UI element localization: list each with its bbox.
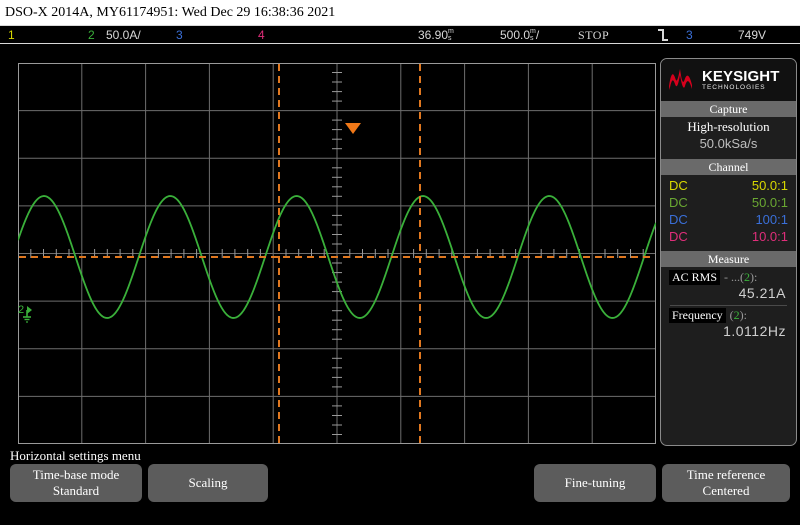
measurement-ac-rms-source: - ...(2):	[724, 270, 758, 284]
keysight-wave-icon	[669, 69, 692, 90]
channel-section-heading: Channel	[661, 159, 796, 175]
measurement-frequency-source: (2):	[729, 308, 747, 322]
channel-2-ground-marker[interactable]: 2	[18, 303, 38, 325]
channel-3-coupling: DC	[669, 212, 688, 227]
trigger-position-marker[interactable]	[343, 122, 363, 134]
menu-title: Horizontal settings menu	[10, 448, 141, 463]
sample-rate: 50.0kSa/s	[699, 136, 758, 151]
channel-3-indicator[interactable]: 3	[176, 27, 183, 44]
oscilloscope-screen: DSO-X 2014A, MY61174951: Wed Dec 29 16:3…	[0, 0, 800, 525]
horizontal-delay[interactable]: 36.90 m s	[418, 27, 454, 44]
channel-4-coupling: DC	[669, 229, 688, 244]
softkey-fine-tuning[interactable]: Fine-tuning	[534, 464, 656, 502]
measurement-ac-rms-label: AC RMS	[669, 270, 721, 285]
horizontal-delay-value: 36.90	[418, 28, 449, 42]
timebase-scale[interactable]: 500.0 m s /	[500, 27, 539, 44]
timebase-value: 500.0	[500, 28, 531, 42]
channel-2-probe-ratio: 50.0:1	[751, 195, 788, 210]
softkey-time-base-mode-label: Time-base mode	[32, 467, 120, 482]
measure-section-body: AC RMS - ...(2): 45.21A Frequency (2): 1…	[661, 267, 796, 344]
softkey-scaling[interactable]: Scaling	[148, 464, 268, 502]
right-sidebar: KEYSIGHT TECHNOLOGIES Capture High-resol…	[660, 58, 797, 446]
channel-2-indicator[interactable]: 2	[88, 27, 95, 44]
table-row[interactable]: DC 100:1	[666, 211, 791, 228]
keysight-logo: KEYSIGHT TECHNOLOGIES	[661, 59, 796, 101]
softkey-time-reference-label: Time reference	[686, 467, 766, 482]
softkey-time-reference[interactable]: Time reference Centered	[662, 464, 790, 502]
keysight-logo-tagline: TECHNOLOGIES	[702, 83, 766, 91]
waveform-display-area[interactable]: 2	[18, 63, 656, 444]
capture-section-heading: Capture	[661, 101, 796, 117]
channel-1-probe-ratio: 50.0:1	[751, 178, 788, 193]
measurement-frequency[interactable]: Frequency (2): 1.0112Hz	[666, 307, 791, 342]
channel-1-indicator[interactable]: 1	[8, 27, 15, 44]
horizontal-delay-unit: ms	[448, 27, 454, 42]
measurement-frequency-value: 1.0112Hz	[723, 323, 786, 339]
trigger-level[interactable]: 749V	[738, 27, 766, 44]
channel-3-probe-ratio: 100:1	[755, 212, 788, 227]
measurement-frequency-label: Frequency	[669, 308, 726, 323]
channel-section-body: DC 50.0:1 DC 50.0:1 DC 100:1 DC 10.0:1	[661, 175, 796, 247]
channel-1-coupling: DC	[669, 178, 688, 193]
table-row[interactable]: DC 50.0:1	[666, 177, 791, 194]
divider	[670, 305, 787, 306]
measure-section-heading: Measure	[661, 251, 796, 267]
window-title-bar: DSO-X 2014A, MY61174951: Wed Dec 29 16:3…	[0, 0, 800, 25]
table-row[interactable]: DC 50.0:1	[666, 194, 791, 211]
channel-4-probe-ratio: 10.0:1	[751, 229, 788, 244]
graticule-grid	[18, 64, 656, 443]
status-bar: 1 2 50.0A/ 3 4 36.90 m s 500.0 m s / STOP 3 7…	[0, 25, 800, 44]
channel-2-coupling: DC	[669, 195, 688, 210]
table-row[interactable]: DC 10.0:1	[666, 228, 791, 245]
acquisition-mode[interactable]: High-resolution	[666, 118, 791, 135]
channel-4-indicator[interactable]: 4	[258, 27, 265, 44]
svg-text:2: 2	[18, 304, 24, 316]
channel-2-scale[interactable]: 50.0A/	[106, 27, 141, 44]
capture-section-body: High-resolution 50.0kSa/s	[661, 117, 796, 155]
measurement-ac-rms-value: 45.21A	[738, 285, 786, 301]
softkey-time-base-mode[interactable]: Time-base mode Standard	[10, 464, 142, 502]
softkey-fine-tuning-label: Fine-tuning	[564, 475, 626, 490]
softkey-time-reference-value: Centered	[702, 483, 750, 498]
keysight-logo-name: KEYSIGHT	[702, 67, 780, 85]
timebase-unit: ms	[530, 27, 536, 42]
softkey-time-base-mode-value: Standard	[52, 483, 100, 498]
run-state-indicator[interactable]: STOP	[578, 27, 609, 44]
softkey-scaling-label: Scaling	[188, 475, 228, 490]
timebase-suffix: /	[535, 28, 540, 42]
measurement-ac-rms[interactable]: AC RMS - ...(2): 45.21A	[666, 269, 791, 304]
rising-edge-icon	[658, 27, 669, 44]
trigger-source[interactable]: 3	[686, 27, 693, 44]
